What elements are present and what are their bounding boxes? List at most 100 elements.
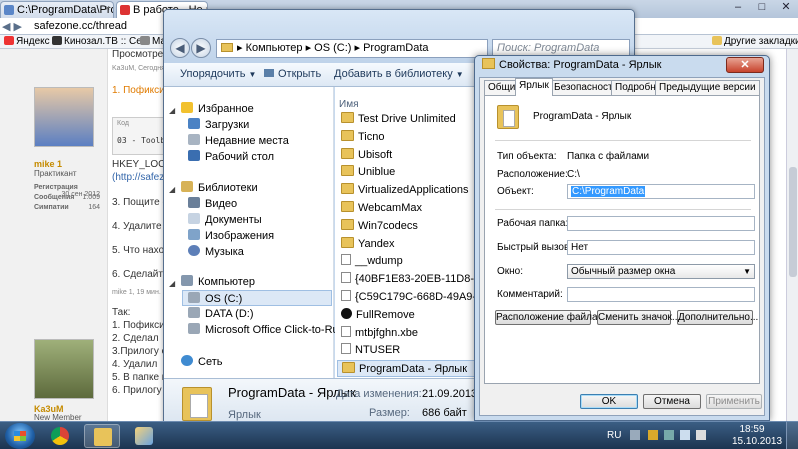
folder-icon — [341, 183, 354, 195]
navigation-pane: ◢ Избранное Загрузки Недавние места Рабо… — [164, 87, 354, 378]
explorer-icon — [94, 428, 112, 446]
expand-arrow-icon[interactable]: ◢ — [169, 106, 175, 115]
file-name: Test Drive Unlimited — [358, 113, 456, 125]
location-value: C:\ — [567, 169, 580, 180]
breadcrumb-item[interactable]: Компьютер — [246, 42, 303, 54]
page-scrollbar[interactable] — [786, 49, 798, 421]
forward-icon[interactable]: ▶ — [191, 38, 211, 58]
post-meta: mike 1, 19 мин. на — [112, 289, 171, 296]
tab-label: C:\ProgramData\Pro — [17, 4, 114, 16]
tab-favicon-icon — [4, 5, 14, 15]
scrollbar-thumb[interactable] — [789, 167, 797, 277]
nav-libraries[interactable]: Библиотеки — [181, 180, 258, 196]
workdir-field[interactable] — [567, 216, 755, 231]
tab-previous-versions[interactable]: Предыдущие версии — [655, 80, 760, 95]
tab-shortcut[interactable]: Ярлык — [515, 78, 553, 96]
breadcrumb-item[interactable]: OS (C:) — [314, 42, 351, 54]
star-icon — [181, 102, 193, 113]
post-line: Так: — [112, 307, 131, 318]
file-name: Uniblue — [358, 166, 396, 179]
change-icon-button[interactable]: Сменить значок... — [597, 310, 680, 325]
nav-favorites[interactable]: Избранное — [181, 101, 254, 117]
workdir-label: Рабочая папка: — [497, 218, 569, 229]
language-indicator[interactable]: RU — [607, 430, 621, 441]
taskbar-paint[interactable] — [126, 424, 162, 448]
file-icon — [341, 254, 351, 266]
nav-downloads[interactable]: Загрузки — [188, 117, 249, 133]
comment-label: Комментарий: — [497, 289, 563, 300]
nav-network[interactable]: Сеть — [181, 354, 222, 370]
back-icon[interactable]: ◀ — [170, 38, 190, 58]
close-icon[interactable]: ✕ — [774, 0, 798, 16]
nav-office-drive[interactable]: Microsoft Office Click-to-Run 2 — [188, 322, 354, 338]
advanced-button[interactable]: Дополнительно... — [677, 310, 758, 325]
post-line: 4. Удалил — [112, 359, 158, 370]
file-icon — [341, 343, 351, 355]
hotkey-field[interactable]: Нет — [567, 240, 755, 255]
properties-dialog: Свойства: ProgramData - Ярлык ✕ Общие Яр… — [474, 55, 770, 421]
file-name: __wdump — [355, 255, 403, 268]
drive-icon — [188, 323, 200, 334]
drive-icon — [188, 307, 200, 318]
open-button[interactable]: Открыть — [264, 68, 321, 80]
start-button[interactable] — [5, 423, 35, 449]
tray-flag-icon[interactable] — [664, 430, 674, 440]
details-date-label: Дата изменения: — [336, 388, 422, 400]
recent-places-icon — [188, 134, 200, 145]
open-file-location-button[interactable]: Расположение файла — [495, 310, 598, 325]
folder-icon — [712, 36, 722, 45]
post-link[interactable]: (http://safezo — [112, 172, 170, 183]
nav-desktop[interactable]: Рабочий стол — [188, 149, 274, 165]
user-stat-msgs: Сообщения 1.009 — [34, 194, 100, 201]
target-field[interactable]: C:\ProgramData — [567, 184, 755, 199]
nav-documents[interactable]: Документы — [188, 212, 262, 228]
organize-button[interactable]: Упорядочить ▼ — [180, 68, 256, 80]
nav-music[interactable]: Музыка — [188, 244, 244, 260]
nav-drive-c[interactable]: OS (C:) — [182, 290, 332, 306]
taskbar-chrome[interactable] — [42, 424, 78, 448]
dialog-close-button[interactable]: ✕ — [726, 57, 764, 73]
chevron-down-icon: ▼ — [455, 70, 464, 79]
avatar-kazum[interactable] — [34, 339, 94, 399]
other-bookmarks[interactable]: Другие закладки — [712, 36, 798, 47]
folder-icon — [342, 362, 355, 374]
documents-icon — [188, 213, 200, 224]
minimize-icon[interactable]: – — [726, 0, 750, 16]
nav-recent[interactable]: Недавние места — [188, 133, 289, 149]
avatar-mike[interactable] — [34, 87, 94, 147]
file-icon — [341, 272, 351, 284]
tray-app-icon[interactable] — [648, 430, 658, 440]
cancel-button[interactable]: Отмена — [643, 394, 701, 409]
volume-icon[interactable] — [696, 430, 706, 440]
window-select[interactable]: Обычный размер окна ▼ — [567, 264, 755, 279]
maximize-icon[interactable]: □ — [750, 0, 774, 16]
taskbar-explorer[interactable] — [84, 424, 120, 448]
back-forward-icon[interactable]: ◀ ▶ — [2, 20, 22, 33]
username-mike[interactable]: mike 1 — [34, 159, 62, 169]
show-desktop-button[interactable] — [786, 422, 798, 449]
browser-tab-programdata[interactable]: C:\ProgramData\Pro × — [0, 1, 114, 18]
add-to-library-button[interactable]: Добавить в библиотеку ▼ — [334, 68, 464, 80]
nav-drive-d[interactable]: DATA (D:) — [188, 306, 253, 322]
nav-pictures[interactable]: Изображения — [188, 228, 274, 244]
nav-video[interactable]: Видео — [188, 196, 237, 212]
expand-arrow-icon[interactable]: ◢ — [169, 185, 175, 194]
network-tray-icon[interactable] — [680, 430, 690, 440]
bookmark-kinozal[interactable]: Кинозал.ТВ :: Се — [52, 36, 142, 47]
downloads-icon — [188, 118, 200, 129]
yandex-icon — [4, 36, 14, 45]
nav-computer[interactable]: Компьютер — [181, 274, 255, 290]
comment-field[interactable] — [567, 287, 755, 302]
apply-button[interactable]: Применить — [706, 394, 762, 409]
expand-arrow-icon[interactable]: ◢ — [169, 279, 175, 288]
bookmark-yandex[interactable]: Яндекс — [4, 36, 50, 47]
breadcrumb[interactable]: ▸ Компьютер ▸ OS (C:) ▸ ProgramData — [216, 39, 488, 58]
ok-button[interactable]: OK — [580, 394, 638, 409]
breadcrumb-item[interactable]: ProgramData — [363, 42, 428, 54]
tab-close-icon[interactable]: × — [105, 3, 110, 13]
tray-chevron-icon[interactable] — [630, 430, 640, 440]
chevron-down-icon: ▼ — [743, 267, 751, 276]
shortcut-folder-icon — [497, 105, 519, 129]
clock[interactable]: 18:59 15.10.2013 — [732, 424, 782, 448]
chevron-down-icon: ▼ — [248, 70, 257, 79]
